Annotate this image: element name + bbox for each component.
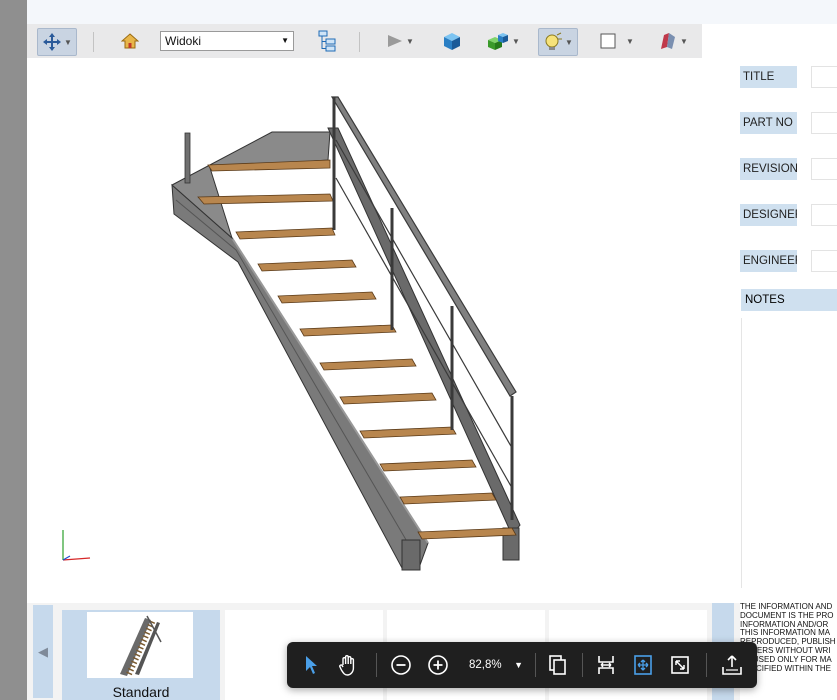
top-strip — [27, 0, 837, 24]
revision-field-value[interactable] — [811, 158, 837, 180]
view-select-value: Widoki — [165, 34, 202, 48]
hand-icon — [339, 655, 355, 676]
fit-width-icon — [598, 656, 614, 674]
3d-viewport[interactable] — [27, 58, 727, 603]
render-mode-button[interactable] — [440, 28, 464, 54]
chevron-down-icon: ▼ — [64, 37, 72, 47]
separator — [535, 653, 536, 677]
home-icon — [121, 33, 139, 49]
fit-width-button[interactable] — [592, 651, 620, 679]
zoom-level-value: 82,8% — [469, 659, 502, 671]
fit-page-icon — [634, 655, 652, 675]
colored-cube-icon — [488, 33, 509, 50]
animation-button[interactable]: ▼ — [383, 28, 417, 54]
expand-icon — [671, 656, 689, 674]
tree-icon — [318, 30, 336, 52]
chevron-down-icon: ▼ — [565, 37, 573, 47]
title-field-label: TITLE — [740, 66, 797, 88]
designer-field-label: DESIGNER — [740, 204, 797, 226]
zoom-in-button[interactable] — [424, 651, 452, 679]
floating-zoom-toolbar: 82,8% ▼ — [287, 642, 757, 688]
share-button[interactable] — [718, 651, 746, 679]
view-thumbnail[interactable]: Standard — [62, 610, 220, 700]
fit-page-button[interactable] — [629, 651, 657, 679]
axis-triad — [62, 530, 91, 561]
light-icon — [545, 32, 563, 50]
upload-icon — [722, 655, 742, 675]
zoom-in-icon — [428, 655, 448, 675]
chevron-down-icon: ▼ — [406, 36, 414, 46]
move-tool-icon — [43, 33, 62, 51]
viewer-toolbar: ▼ Widoki ▼ ▼ ▼ ▼ ▼ ▼ — [27, 24, 702, 59]
square-icon — [600, 33, 616, 49]
separator — [359, 32, 360, 52]
title-block-panel: TITLE PART NO REVISION DESIGNER ENGINEER… — [727, 58, 837, 603]
cross-section-button[interactable]: ▼ — [655, 28, 691, 54]
play-icon — [388, 35, 403, 47]
part-no-field-label: PART NO — [740, 112, 797, 134]
zoom-out-icon — [391, 655, 411, 675]
separator — [376, 653, 377, 677]
home-button[interactable] — [119, 28, 141, 54]
parts-button[interactable]: ▼ — [483, 28, 523, 54]
model-tree-button[interactable] — [315, 28, 339, 54]
notes-area[interactable] — [741, 318, 837, 588]
zoom-out-button[interactable] — [387, 651, 415, 679]
thumbnail-image — [87, 612, 193, 678]
select-tool-button[interactable] — [297, 651, 325, 679]
chevron-down-icon: ▼ — [514, 660, 523, 670]
separator — [93, 32, 94, 52]
engineer-field-value[interactable] — [811, 250, 837, 272]
zoom-level-select[interactable]: 82,8% ▼ — [462, 653, 528, 677]
title-field-value[interactable] — [811, 66, 837, 88]
thumbnail-label: Standard — [112, 684, 170, 700]
part-no-field-value[interactable] — [811, 112, 837, 134]
previous-view-button[interactable]: ◀ — [33, 605, 53, 698]
engineer-field-label: ENGINEER — [740, 250, 797, 272]
staircase-model — [62, 96, 521, 571]
page-view-button[interactable] — [543, 651, 571, 679]
left-gutter — [0, 0, 27, 700]
hand-tool-button[interactable] — [334, 651, 362, 679]
chevron-down-icon: ▼ — [281, 36, 289, 45]
revision-field-label: REVISION — [740, 158, 797, 180]
cursor-icon — [306, 656, 317, 674]
chevron-down-icon: ▼ — [512, 36, 520, 46]
view-select[interactable]: Widoki ▼ — [160, 31, 294, 51]
cube-icon — [444, 33, 460, 50]
magnet-icon — [661, 33, 676, 49]
lighting-button[interactable]: ▼ — [538, 28, 578, 56]
separator — [582, 653, 583, 677]
chevron-down-icon: ▼ — [680, 36, 688, 46]
chevron-left-icon: ◀ — [38, 643, 48, 659]
notes-label: NOTES — [741, 289, 837, 311]
move-tool-button[interactable]: ▼ — [37, 28, 77, 56]
pages-icon — [549, 655, 566, 675]
chevron-down-icon: ▼ — [626, 36, 634, 46]
fullscreen-button[interactable] — [666, 651, 694, 679]
background-button[interactable]: ▼ — [597, 28, 637, 54]
designer-field-value[interactable] — [811, 204, 837, 226]
separator — [706, 653, 707, 677]
